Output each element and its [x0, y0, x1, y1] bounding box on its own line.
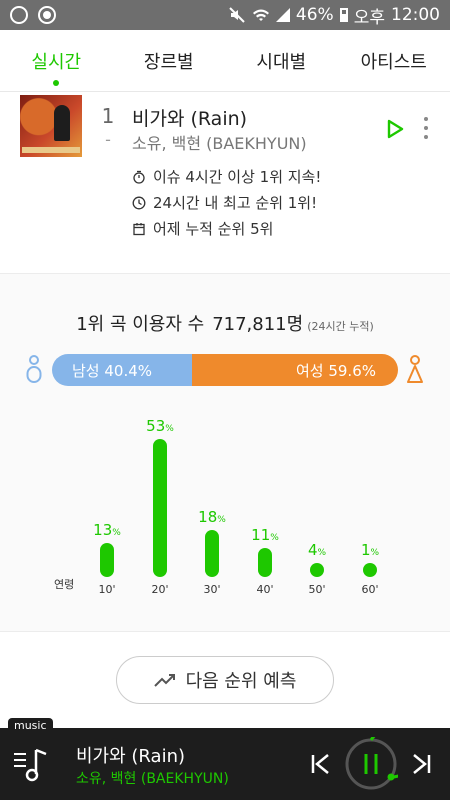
tab-realtime[interactable]: 실시간: [0, 30, 113, 91]
playlist-menu-icon[interactable]: [12, 744, 52, 784]
age-bar-column: 13% 10': [87, 521, 127, 596]
age-distribution-chart: 연령 13% 10' 53% 20' 18% 30' 11% 40' 4% 50' 1% 60': [0, 404, 450, 604]
trend-icon: [153, 674, 175, 687]
next-track-icon[interactable]: [410, 753, 432, 775]
age-bar-column: 18% 30': [192, 508, 232, 596]
more-options-icon[interactable]: [420, 117, 432, 139]
battery-icon: [339, 8, 348, 22]
stopwatch-icon: [133, 170, 145, 184]
age-bar-label: 30': [203, 583, 221, 596]
chart-tabs: 실시간 장르별 시대별 아티스트: [0, 30, 450, 92]
rank-number: 1: [101, 104, 115, 128]
male-ratio-segment: 남성 40.4%: [52, 354, 192, 386]
player-song-title[interactable]: 비가와 (Rain): [76, 742, 185, 768]
age-bar-column: 11% 40': [245, 526, 285, 596]
clock-icon: [132, 196, 146, 209]
signal-icon: [275, 8, 290, 22]
age-bar: [153, 439, 167, 577]
wifi-icon: [252, 9, 269, 21]
mute-icon: [229, 7, 245, 23]
predict-button-label: 다음 순위 예측: [185, 671, 297, 692]
time: 12:00: [391, 5, 440, 25]
female-ratio-segment: 여성 59.6%: [191, 354, 398, 386]
age-bar-value: 11%: [251, 526, 279, 545]
age-bar-value: 4%: [307, 541, 327, 559]
user-count-line: 1위 곡 이용자 수 717,811명 (24시간 누적): [0, 310, 450, 336]
info-line-3: 어제 누적 순위 5위: [132, 218, 273, 239]
age-axis-label: 연령: [54, 578, 75, 591]
age-bar-column: 4% 50': [297, 541, 337, 596]
info-line-1: 이슈 4시간 이상 1위 지속!: [132, 166, 321, 187]
info-text: 어제 누적 순위 5위: [153, 220, 274, 238]
male-icon: [26, 355, 42, 383]
rank-change: -: [105, 130, 111, 149]
play-icon[interactable]: [384, 118, 406, 140]
top-song-section: 1 - 비가와 (Rain) 소유, 백현 (BAEKHYUN) 이슈 4시간 …: [0, 92, 450, 274]
mini-player[interactable]: 비가와 (Rain) 소유, 백현 (BAEKHYUN): [0, 728, 450, 800]
age-bar: [363, 563, 377, 577]
listener-stats: 1위 곡 이용자 수 717,811명 (24시간 누적) 남성 40.4% 여성 …: [0, 274, 450, 632]
gender-ratio-bar: 남성 40.4% 여성 59.6%: [52, 354, 398, 386]
music-notification-icon: [38, 6, 56, 24]
info-text: 이슈 4시간 이상 1위 지속!: [153, 168, 322, 186]
age-bar-column: 53% 20': [140, 417, 180, 596]
status-bar: 46% 오후 12:00: [0, 0, 450, 30]
battery-percent: 46%: [295, 5, 334, 25]
song-artist[interactable]: 소유, 백현 (BAEKHYUN): [132, 130, 307, 154]
users-count: 717,811명: [212, 314, 304, 335]
album-art[interactable]: [20, 95, 82, 157]
age-bar-value: 53%: [146, 417, 174, 435]
calendar-icon: [133, 222, 145, 235]
age-bar-label: 50': [308, 583, 326, 596]
tab-genre[interactable]: 장르별: [113, 30, 226, 91]
female-icon: [407, 355, 423, 383]
pause-button[interactable]: [344, 737, 398, 791]
time-ampm: 오후: [353, 7, 385, 28]
music-tag: music: [8, 718, 53, 733]
age-bar: [100, 543, 114, 577]
info-text: 24시간 내 최고 순위 1위!: [153, 194, 318, 212]
player-song-artist[interactable]: 소유, 백현 (BAEKHYUN): [76, 768, 229, 788]
users-label: 1위 곡 이용자 수: [76, 314, 205, 335]
song-title[interactable]: 비가와 (Rain): [132, 104, 247, 131]
previous-track-icon[interactable]: [310, 753, 332, 775]
age-bar-column: 1% 60': [350, 541, 390, 596]
app-notification-icon: [10, 6, 28, 24]
info-line-2: 24시간 내 최고 순위 1위!: [132, 192, 317, 213]
age-bar-label: 60': [361, 583, 379, 596]
age-bar-label: 40': [256, 583, 274, 596]
age-bar: [310, 563, 324, 577]
age-bar: [258, 548, 272, 577]
tab-artist[interactable]: 아티스트: [338, 30, 450, 91]
age-bar-value: 18%: [198, 508, 226, 527]
age-bar-value: 1%: [360, 541, 380, 559]
age-bar: [205, 530, 219, 577]
age-bar-value: 13%: [93, 521, 121, 540]
tab-era[interactable]: 시대별: [225, 30, 338, 91]
age-bar-label: 20': [151, 583, 169, 596]
predict-next-rank-button[interactable]: 다음 순위 예측: [116, 656, 334, 704]
users-note: (24시간 누적): [307, 320, 374, 333]
age-bar-label: 10': [98, 583, 116, 596]
